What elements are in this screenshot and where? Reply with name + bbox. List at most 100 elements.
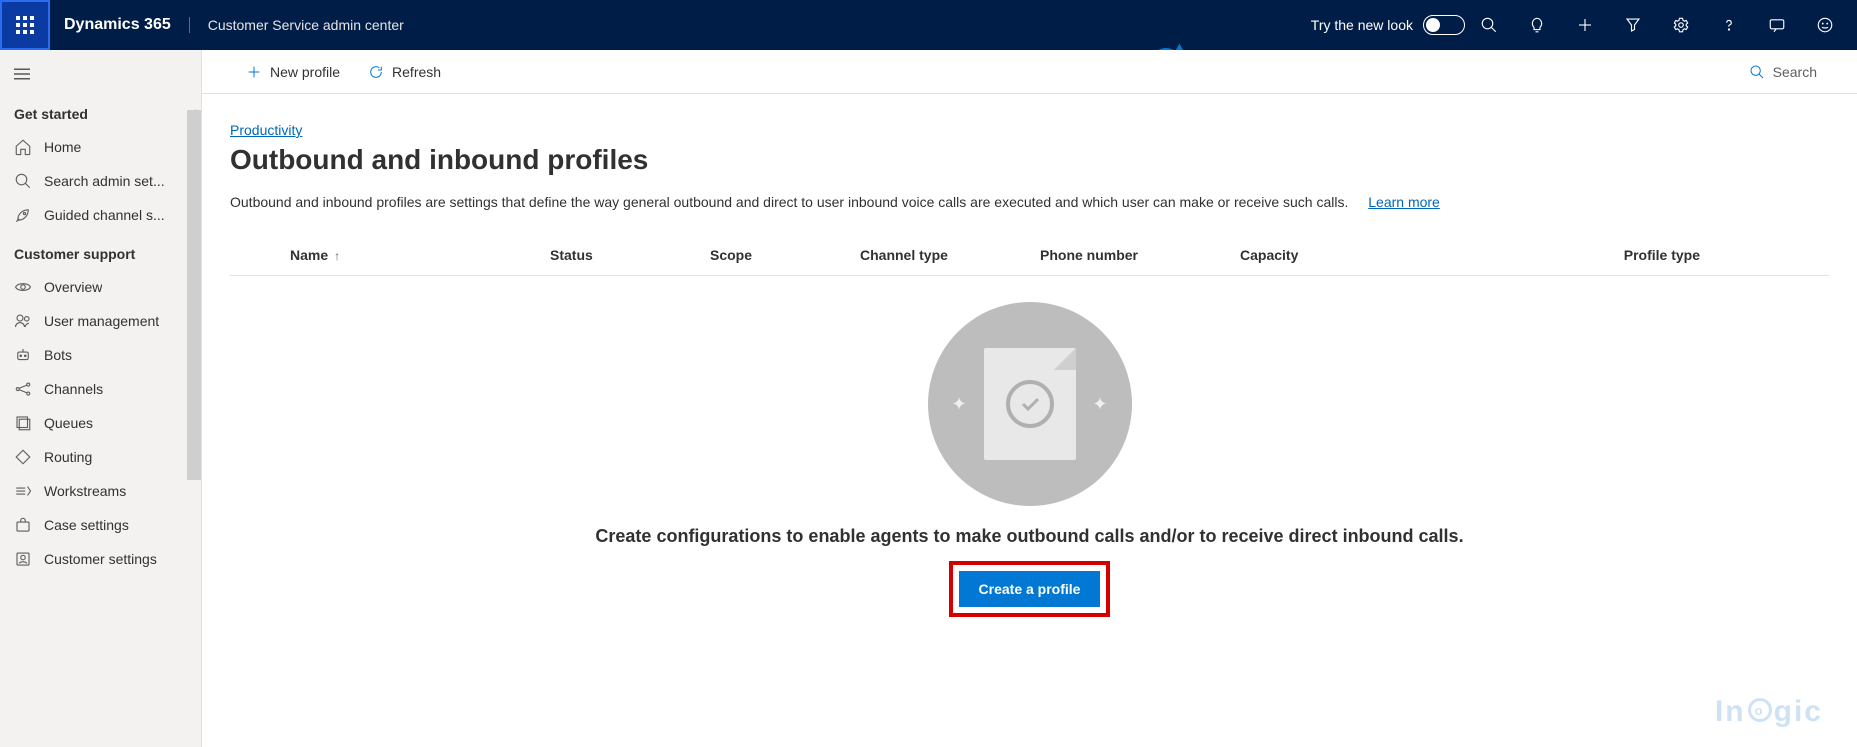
checkmark-circle-icon: [1006, 380, 1054, 428]
breadcrumb-link[interactable]: Productivity: [230, 122, 302, 138]
nav-item-home[interactable]: Home: [0, 130, 201, 164]
try-new-look-toggle[interactable]: [1423, 15, 1465, 35]
funnel-icon: [1624, 16, 1642, 34]
gear-icon: [1672, 16, 1690, 34]
topbar-ideas-button[interactable]: [1513, 0, 1561, 50]
plus-icon: [246, 64, 262, 80]
nav-item-bots[interactable]: Bots: [0, 338, 201, 372]
nav-item-overview[interactable]: Overview: [0, 270, 201, 304]
nav-collapse-button[interactable]: [0, 56, 44, 92]
topbar-assistant-button[interactable]: [1753, 0, 1801, 50]
sparkle-icon: ✦: [952, 394, 967, 415]
smiley-icon: [1816, 16, 1834, 34]
main-region: New profile Refresh Search Productivity …: [202, 50, 1857, 747]
app-subtitle: Customer Service admin center: [189, 17, 404, 33]
plus-icon: [1576, 16, 1594, 34]
nav-group-customer-support: Customer support: [0, 232, 201, 270]
topbar-search-button[interactable]: [1465, 0, 1513, 50]
command-search-label: Search: [1773, 64, 1817, 80]
nav-item-queues[interactable]: Queues: [0, 406, 201, 440]
nav-item-workstreams[interactable]: Workstreams: [0, 474, 201, 508]
search-icon: [14, 172, 32, 190]
learn-more-link[interactable]: Learn more: [1368, 194, 1440, 210]
refresh-button[interactable]: Refresh: [354, 50, 455, 94]
nav-item-channels[interactable]: Channels: [0, 372, 201, 406]
topbar-settings-button[interactable]: [1657, 0, 1705, 50]
case-icon: [14, 516, 32, 534]
table-header-row: Name ↑ Status Scope Channel type Phone nu…: [230, 234, 1829, 276]
nav-scrollbar[interactable]: [187, 110, 201, 480]
nav-item-label: Channels: [44, 381, 103, 397]
highlight-annotation: Create a profile: [949, 561, 1111, 617]
nav-item-label: Workstreams: [44, 483, 126, 499]
brand-label[interactable]: Dynamics 365: [50, 16, 189, 34]
home-icon: [14, 138, 32, 156]
customer-icon: [14, 550, 32, 568]
waffle-icon: [16, 16, 34, 34]
nav-item-routing[interactable]: Routing: [0, 440, 201, 474]
command-search[interactable]: Search: [1749, 64, 1817, 80]
column-header-scope[interactable]: Scope: [710, 247, 860, 263]
refresh-icon: [368, 64, 384, 80]
new-profile-button[interactable]: New profile: [232, 50, 354, 94]
try-new-look-label: Try the new look: [1311, 17, 1413, 33]
nav-item-label: Guided channel s...: [44, 207, 165, 223]
create-profile-button[interactable]: Create a profile: [959, 571, 1101, 607]
nav-item-label: Queues: [44, 415, 93, 431]
global-topbar: Dynamics 365 Customer Service admin cent…: [0, 0, 1857, 50]
rocket-icon: [14, 206, 32, 224]
overview-icon: [14, 278, 32, 296]
chat-assist-icon: [1768, 16, 1786, 34]
nav-item-label: Customer settings: [44, 551, 157, 567]
nav-item-label: Case settings: [44, 517, 129, 533]
watermark-logo: Inogic: [1715, 695, 1823, 729]
column-header-channel-type[interactable]: Channel type: [860, 247, 1040, 263]
queues-icon: [14, 414, 32, 432]
column-header-phone-number[interactable]: Phone number: [1040, 247, 1240, 263]
nav-item-label: Bots: [44, 347, 72, 363]
nav-item-label: Routing: [44, 449, 92, 465]
empty-state: ✦ ✦ Create configurations to enable agen…: [230, 276, 1829, 617]
lightbulb-icon: [1528, 16, 1546, 34]
nav-item-customer-settings[interactable]: Customer settings: [0, 542, 201, 576]
search-icon: [1749, 64, 1765, 80]
column-header-profile-type[interactable]: Profile type: [1510, 247, 1710, 263]
nav-item-search-admin[interactable]: Search admin set...: [0, 164, 201, 198]
bot-icon: [14, 346, 32, 364]
empty-state-illustration: ✦ ✦: [928, 302, 1132, 506]
workstreams-icon: [14, 482, 32, 500]
document-icon: [984, 348, 1076, 460]
new-profile-label: New profile: [270, 64, 340, 80]
topbar-icon-group: [1465, 0, 1857, 50]
column-header-label: Name: [290, 247, 328, 263]
refresh-label: Refresh: [392, 64, 441, 80]
column-header-status[interactable]: Status: [550, 247, 710, 263]
nav-group-get-started: Get started: [0, 92, 201, 130]
command-bar: New profile Refresh Search: [202, 50, 1857, 94]
topbar-add-button[interactable]: [1561, 0, 1609, 50]
page-description: Outbound and inbound profiles are settin…: [230, 194, 1829, 210]
nav-item-label: Overview: [44, 279, 102, 295]
sparkle-icon: ✦: [1092, 394, 1107, 415]
help-icon: [1720, 16, 1738, 34]
page-title: Outbound and inbound profiles: [230, 144, 1829, 176]
column-header-name[interactable]: Name ↑: [290, 247, 550, 263]
nav-item-user-management[interactable]: User management: [0, 304, 201, 338]
sort-asc-icon: ↑: [334, 249, 340, 263]
routing-icon: [14, 448, 32, 466]
nav-item-label: Home: [44, 139, 81, 155]
nav-item-guided-channel[interactable]: Guided channel s...: [0, 198, 201, 232]
app-launcher-button[interactable]: [0, 0, 50, 50]
hamburger-icon: [14, 67, 30, 81]
topbar-filter-button[interactable]: [1609, 0, 1657, 50]
empty-state-headline: Create configurations to enable agents t…: [595, 526, 1463, 547]
nav-item-label: Search admin set...: [44, 173, 165, 189]
nav-item-case-settings[interactable]: Case settings: [0, 508, 201, 542]
users-icon: [14, 312, 32, 330]
page-description-text: Outbound and inbound profiles are settin…: [230, 194, 1348, 210]
nav-item-label: User management: [44, 313, 159, 329]
topbar-help-button[interactable]: [1705, 0, 1753, 50]
topbar-feedback-button[interactable]: [1801, 0, 1849, 50]
left-nav: ︿ Get started Home Search admin set... G…: [0, 50, 202, 747]
column-header-capacity[interactable]: Capacity: [1240, 247, 1510, 263]
